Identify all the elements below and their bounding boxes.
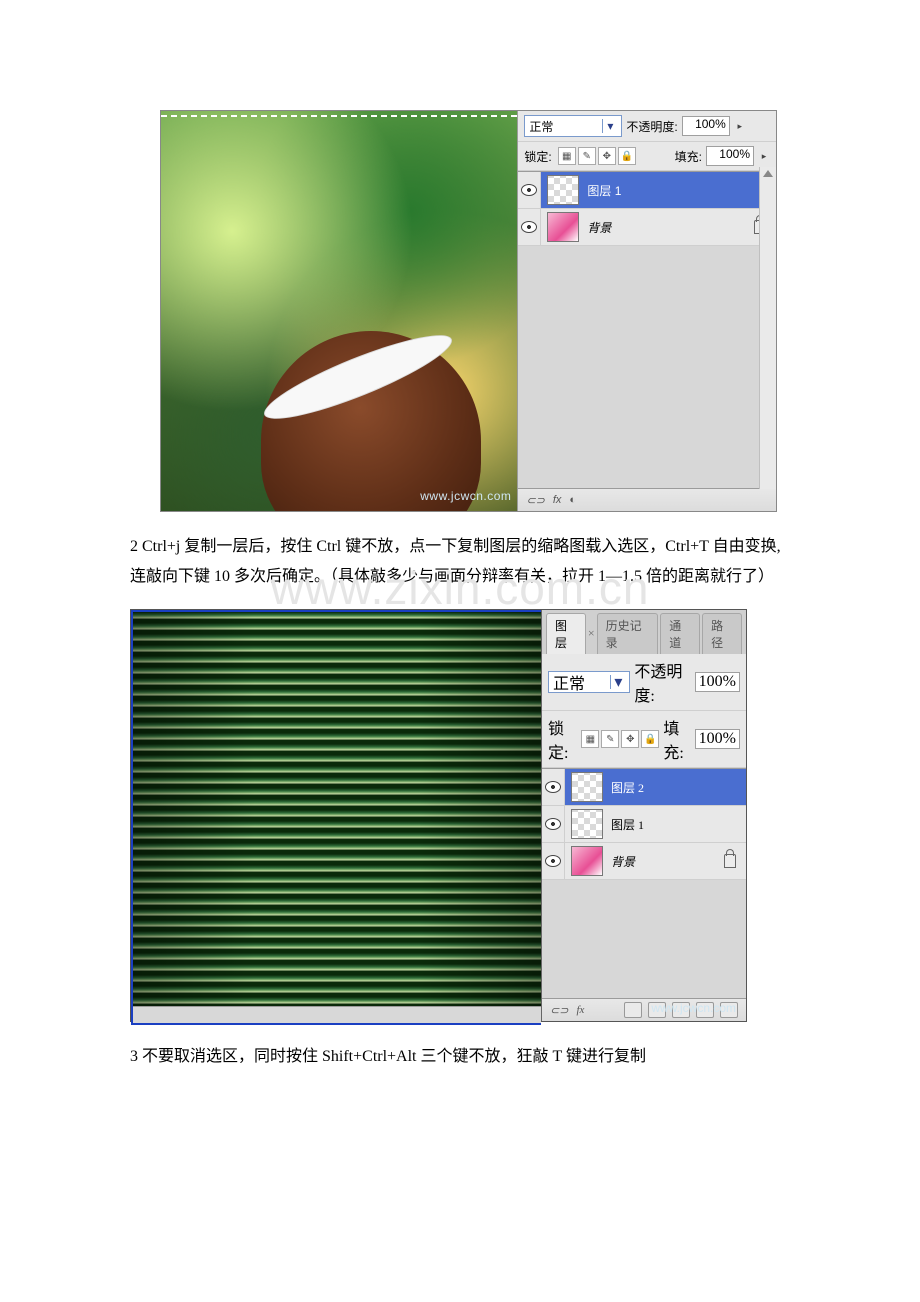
- layer-row[interactable]: 图层 2: [542, 769, 746, 806]
- figure-2: 图层 × 历史记录 通道 路径 正常 ▾ 不透明度: 100% 锁定: ▦ ✎: [130, 609, 747, 1022]
- layer-row[interactable]: 背景: [518, 209, 776, 246]
- lock-move-icon[interactable]: ✥: [621, 730, 639, 748]
- paragraph-3: 3 不要取消选区，同时按住 Shift+Ctrl+Alt 三个键不放，狂敲 T …: [130, 1042, 790, 1072]
- eye-icon: [545, 818, 561, 830]
- lock-all-icon[interactable]: 🔒: [641, 730, 659, 748]
- tab-paths[interactable]: 路径: [702, 613, 742, 654]
- eye-icon: [521, 221, 537, 233]
- chevron-down-icon: ▾: [602, 119, 617, 133]
- lock-transparency-icon[interactable]: ▦: [581, 730, 599, 748]
- canvas-watermark: www.jcwcn.com: [651, 1001, 736, 1015]
- tab-channels[interactable]: 通道: [660, 613, 700, 654]
- layer-row[interactable]: 图层 1: [518, 172, 776, 209]
- fill-flyout-icon[interactable]: ▸: [758, 147, 770, 165]
- scrollbar[interactable]: [759, 167, 776, 489]
- visibility-toggle[interactable]: [542, 806, 565, 842]
- figure-1: www.jcwcn.com 正常 ▾ 不透明度: 100% ▸ 锁定: ▦ ✎ …: [160, 110, 777, 512]
- opacity-label: 不透明度:: [626, 118, 677, 135]
- panel-tabs: 图层 × 历史记录 通道 路径: [542, 610, 746, 654]
- opacity-field[interactable]: 100%: [682, 116, 730, 136]
- horizontal-scrollbar[interactable]: [133, 1006, 541, 1023]
- fill-field[interactable]: 100%: [695, 729, 740, 749]
- visibility-toggle[interactable]: [542, 843, 565, 879]
- lock-icon: [724, 854, 736, 868]
- visibility-toggle[interactable]: [542, 769, 565, 805]
- blend-mode-value: 正常: [529, 118, 553, 135]
- link-layers-icon[interactable]: ⊂⊃: [526, 494, 544, 507]
- lock-brush-icon[interactable]: ✎: [578, 147, 596, 165]
- fill-label: 填充:: [675, 148, 702, 165]
- layers-list: 图层 1 背景: [518, 171, 776, 488]
- layer-name: 图层 1: [585, 182, 776, 199]
- opacity-label: 不透明度:: [634, 658, 690, 706]
- paragraph-2: 2 Ctrl+j 复制一层后，按住 Ctrl 键不放，点一下复制图层的缩略图载入…: [130, 532, 790, 591]
- layer-thumbnail[interactable]: [547, 212, 579, 242]
- blend-mode-value: 正常: [553, 670, 585, 694]
- mask-icon[interactable]: [624, 1002, 642, 1018]
- lock-label: 锁定:: [524, 148, 551, 165]
- lock-all-icon[interactable]: 🔒: [618, 147, 636, 165]
- layer-thumbnail[interactable]: [547, 175, 579, 205]
- layers-panel-2: 图层 × 历史记录 通道 路径 正常 ▾ 不透明度: 100% 锁定: ▦ ✎: [541, 610, 746, 1021]
- blend-mode-select[interactable]: 正常 ▾: [524, 115, 622, 137]
- mask-icon[interactable]: ◐: [569, 494, 576, 506]
- canvas-preview-1: www.jcwcn.com: [161, 111, 517, 511]
- fill-field[interactable]: 100%: [706, 146, 754, 166]
- layer-row[interactable]: 图层 1: [542, 806, 746, 843]
- opacity-field[interactable]: 100%: [695, 672, 740, 692]
- marching-ants: [161, 115, 517, 117]
- lock-brush-icon[interactable]: ✎: [601, 730, 619, 748]
- opacity-flyout-icon[interactable]: ▸: [734, 117, 746, 135]
- blend-mode-select[interactable]: 正常 ▾: [548, 671, 630, 693]
- layers-panel-1: 正常 ▾ 不透明度: 100% ▸ 锁定: ▦ ✎ ✥ 🔒 填充: 100% ▸: [517, 111, 776, 511]
- eye-icon: [545, 855, 561, 867]
- lock-label: 锁定:: [548, 715, 575, 763]
- stripe-content: [133, 612, 541, 1023]
- layer-thumbnail[interactable]: [571, 809, 603, 839]
- layer-row[interactable]: 背景: [542, 843, 746, 880]
- tab-history[interactable]: 历史记录: [597, 613, 659, 654]
- visibility-toggle[interactable]: [518, 209, 541, 245]
- eye-icon: [545, 781, 561, 793]
- layer-name: 图层 1: [609, 816, 746, 833]
- tab-layers[interactable]: 图层: [546, 613, 586, 654]
- canvas-watermark: www.jcwcn.com: [420, 489, 511, 503]
- canvas-preview-2: [131, 610, 541, 1025]
- layer-name: 背景: [585, 219, 754, 236]
- scroll-up-icon: [763, 170, 773, 177]
- fx-icon[interactable]: fx: [553, 494, 562, 506]
- panel-bottom-bar: ⊂⊃ fx ◐: [518, 488, 776, 511]
- lock-move-icon[interactable]: ✥: [598, 147, 616, 165]
- layer-thumbnail[interactable]: [571, 772, 603, 802]
- chevron-down-icon: ▾: [610, 675, 625, 689]
- layer-name: 背景: [609, 853, 724, 870]
- visibility-toggle[interactable]: [518, 172, 541, 208]
- fx-icon[interactable]: fx: [576, 1004, 584, 1016]
- layer-name: 图层 2: [609, 779, 746, 796]
- eye-icon: [521, 184, 537, 196]
- fill-label: 填充:: [663, 715, 690, 763]
- layer-thumbnail[interactable]: [571, 846, 603, 876]
- lock-transparency-icon[interactable]: ▦: [558, 147, 576, 165]
- layers-list: 图层 2 图层 1 背景: [542, 768, 746, 998]
- link-layers-icon[interactable]: ⊂⊃: [550, 1004, 568, 1017]
